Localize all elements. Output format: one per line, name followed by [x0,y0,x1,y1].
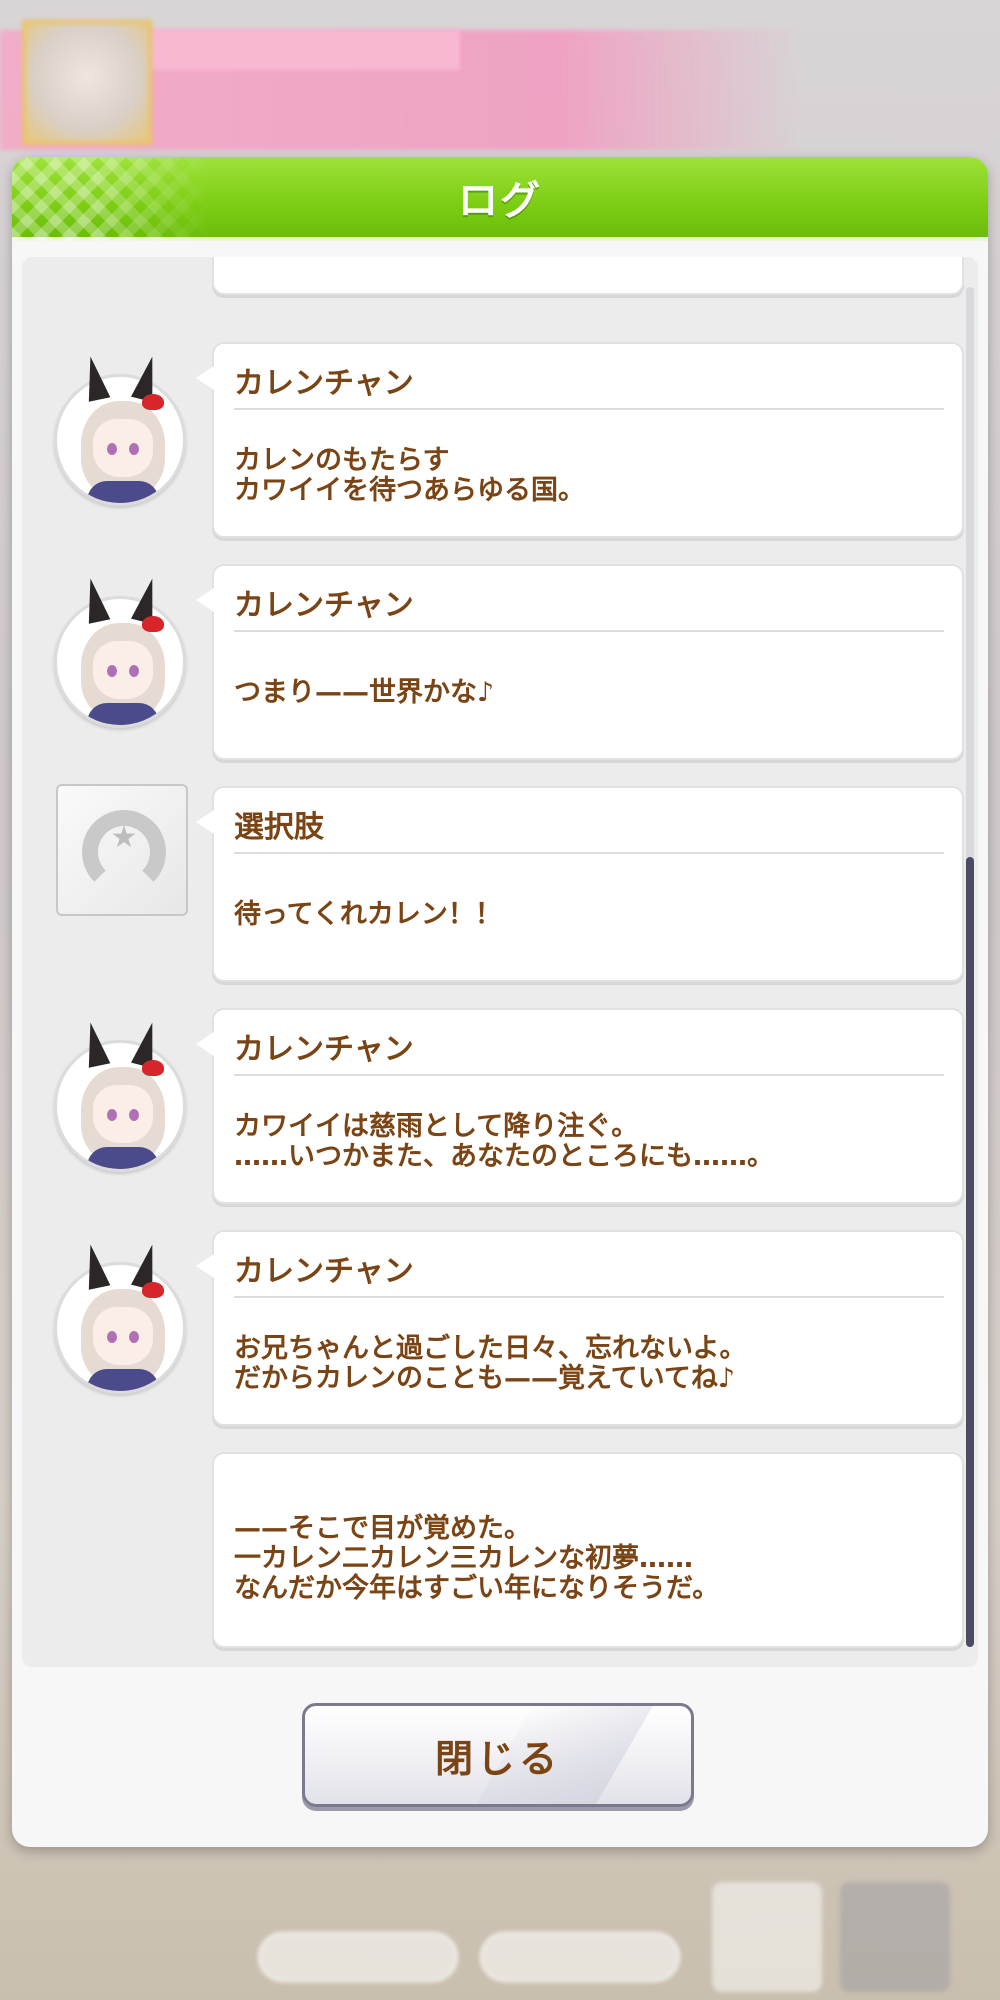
log-entry-choice: ★ 選択肢 待ってくれカレン！！ [22,756,964,982]
narration-bubble: ——そこで目が覚めた。 一カレン二カレン三カレンな初夢…… なんだか今年はすごい… [212,1452,964,1648]
header-pattern [12,157,212,241]
dialogue-text: お兄ちゃんと過ごした日々、忘れないよ。 だからカレンのことも——覚えていてね♪ [234,1333,747,1394]
dialogue-text: カワイイは慈雨として降り注ぐ。 ……いつかまた、あなたのところにも……。 [234,1111,774,1172]
close-button[interactable]: 閉じる [302,1703,694,1807]
divider [234,630,944,632]
speaker-name: カレンチャン [234,1254,414,1289]
dialog-header: ログ [12,157,988,241]
narration-text: ——そこで目が覚めた。 一カレン二カレン三カレンな初夢…… なんだか今年はすごい… [234,1513,720,1604]
dialogue-text: 待ってくれカレン！！ [234,899,502,930]
divider [234,852,944,854]
scrollbar-thumb[interactable] [966,857,974,1647]
background-menu-button [840,1882,950,1992]
dialogue-text: カレンのもたらす カワイイを待つあらゆる国。 [234,445,585,506]
log-entry-narration: ——そこで目が覚めた。 一カレン二カレン三カレンな初夢…… なんだか今年はすごい… [22,1422,964,1648]
background-auto-button [480,1932,680,1982]
karen-chan-avatar-icon [54,1019,186,1172]
log-list: カレンチャン カレンのもたらす カワイイを待つあらゆる国。 カレンチャン つまり… [22,257,964,1648]
karen-chan-avatar-icon [54,575,186,728]
close-button-label: 閉じる [434,1736,561,1781]
speaker-name: 選択肢 [234,810,324,845]
speech-bubble: カレンチャン カレンのもたらす カワイイを待つあらゆる国。 [196,342,964,538]
speaker-name: カレンチャン [234,366,414,401]
speech-bubble [212,257,964,295]
background-avatar [22,20,152,145]
log-entry: カレンチャン お兄ちゃんと過ごした日々、忘れないよ。 だからカレンのことも——覚… [22,1200,964,1426]
speech-bubble: 選択肢 待ってくれカレン！！ [196,786,964,982]
log-entry: カレンチャン カワイイは慈雨として降り注ぐ。 ……いつかまた、あなたのところにも… [22,978,964,1204]
log-entry: カレンチャン つまり——世界かな♪ [22,534,964,760]
log-scroll-area[interactable]: カレンチャン カレンのもたらす カワイイを待つあらゆる国。 カレンチャン つまり… [22,257,978,1667]
background-banner-top [140,30,460,70]
speech-bubble: カレンチャン カワイイは慈雨として降り注ぐ。 ……いつかまた、あなたのところにも… [196,1008,964,1204]
divider [234,1074,944,1076]
dialogue-text: つまり——世界かな♪ [234,677,495,708]
log-entry-partial [22,257,964,312]
log-dialog: ログ カレンチャン カレンのもたらす カワイイを待つあらゆる国。 カレンチャン … [12,157,988,1847]
karen-chan-avatar-icon [54,353,186,506]
divider [234,408,944,410]
log-entry: カレンチャン カレンのもたらす カワイイを待つあらゆる国。 [22,312,964,538]
speech-bubble: カレンチャン つまり——世界かな♪ [196,564,964,760]
karen-chan-avatar-icon [54,1241,186,1394]
divider [234,1296,944,1298]
speech-bubble: カレンチャン お兄ちゃんと過ごした日々、忘れないよ。 だからカレンのことも——覚… [196,1230,964,1426]
dialog-title: ログ [458,178,542,224]
speaker-name: カレンチャン [234,1032,414,1067]
horseshoe-icon: ★ [56,784,188,916]
background-skip-button [258,1932,458,1982]
speaker-name: カレンチャン [234,588,414,623]
background-log-button [712,1882,822,1992]
